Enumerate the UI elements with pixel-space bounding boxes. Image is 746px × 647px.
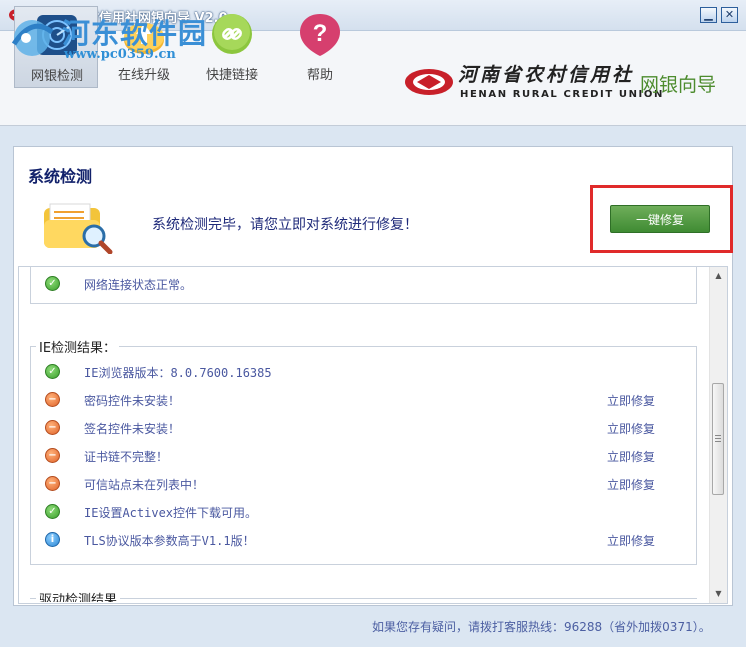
highlight-box (590, 185, 733, 253)
section-title: 系统检测 (28, 167, 93, 186)
footer-hotline: 如果您存有疑问，请拨打客服热线：96288（省外加拨0371）。 (372, 620, 711, 634)
fix-now-link[interactable]: 立即修复 (607, 392, 655, 409)
fix-now-link[interactable]: 立即修复 (607, 448, 655, 465)
brand-name-en: HENAN RURAL CREDIT UNION (460, 89, 664, 100)
product-name: 网银向导 (640, 74, 717, 96)
driver-group-label: 驱动检测结果 (36, 592, 121, 602)
brand-name-cn: 河南省农村信用社 (458, 64, 635, 86)
ok-status-icon: ✓ (45, 364, 60, 379)
warning-status-icon: − (45, 448, 60, 463)
scrollbar-thumb[interactable] (712, 383, 724, 495)
scan-folder-icon (44, 203, 113, 254)
close-button[interactable]: ✕ (721, 7, 738, 23)
ie-row-text: 签名控件未安装！ (84, 422, 181, 436)
network-status-text: 网络连接状态正常。 (84, 278, 193, 292)
tool-help[interactable]: ? 帮助 (278, 6, 362, 88)
grip-line (715, 435, 721, 436)
ok-status-icon: ✓ (45, 504, 60, 519)
ie-row-text: TLS协议版本参数高于V1.1版！ (84, 534, 255, 548)
warning-status-icon: − (45, 476, 60, 491)
watermark-url: www.pc0359.cn (64, 47, 176, 62)
driver-group (30, 598, 697, 609)
watermark-logo-icon (11, 20, 54, 56)
grip-line (715, 441, 721, 442)
minimize-button[interactable]: ▁ (700, 7, 717, 23)
tool-label: 网银检测 (30, 69, 83, 84)
info-status-icon: i (45, 532, 60, 547)
tool-label: 帮助 (306, 68, 333, 83)
minimize-icon: ▁ (704, 8, 713, 21)
ie-row-text: 可信站点未在列表中！ (84, 478, 205, 492)
fix-now-link[interactable]: 立即修复 (607, 476, 655, 493)
tool-label: 在线升级 (117, 68, 170, 83)
ie-group-label: IE检测结果： (36, 337, 120, 356)
ie-version-text: IE浏览器版本：8.0.7600.16385 (84, 366, 272, 380)
fix-now-link[interactable]: 立即修复 (607, 532, 655, 549)
scroll-down-icon[interactable]: ▼ (710, 585, 727, 602)
tool-label: 快捷链接 (205, 68, 258, 83)
scroll-up-icon[interactable]: ▲ (710, 267, 727, 284)
svg-text:?: ? (313, 20, 328, 47)
vertical-scrollbar[interactable]: ▲ ▼ (709, 267, 727, 603)
close-icon: ✕ (724, 8, 735, 21)
grip-line (715, 438, 721, 439)
watermark-brand: 河东软件园 (62, 17, 208, 50)
rcu-logo-icon (405, 69, 453, 95)
warning-status-icon: − (45, 392, 60, 407)
help-icon: ? (300, 14, 340, 56)
link-icon (212, 14, 252, 54)
status-message: 系统检测完毕，请您立即对系统进行修复！ (152, 217, 418, 233)
ok-status-icon: ✓ (45, 276, 60, 291)
fix-now-link[interactable]: 立即修复 (607, 420, 655, 437)
warning-status-icon: − (45, 420, 60, 435)
ie-row-text: IE设置Activex控件下载可用。 (84, 506, 258, 520)
ie-row-text: 密码控件未安装！ (84, 394, 181, 408)
ie-row-text: 证书链不完整！ (84, 450, 169, 464)
